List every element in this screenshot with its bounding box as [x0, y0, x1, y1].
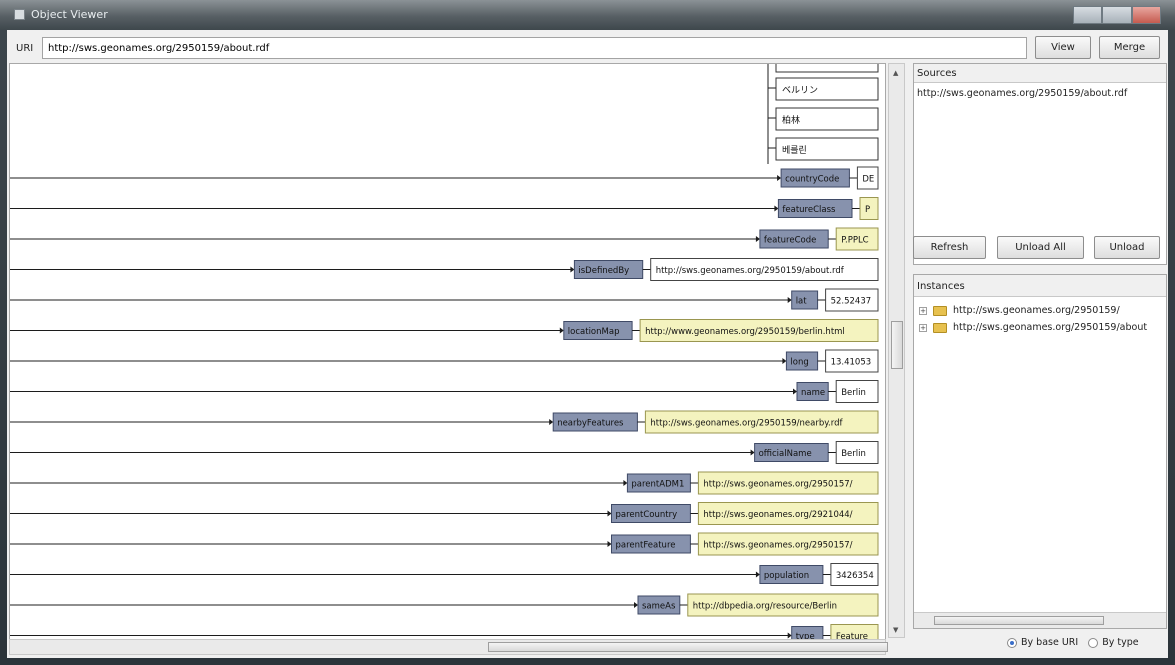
literal-text: 베를린	[782, 145, 807, 156]
uri-input[interactable]	[42, 37, 1027, 59]
instances-panel: Instances + http://sws.geonames.org/2950…	[913, 274, 1167, 629]
client-area: URI View Merge ベルリン柏林 베를린 countryCode DE fea…	[7, 30, 1168, 658]
value-text: http://sws.geonames.org/2950159/about.rd…	[656, 266, 845, 276]
scroll-thumb[interactable]	[891, 321, 903, 369]
arrow-head-icon	[787, 632, 792, 639]
value-text: http://sws.geonames.org/2950157/	[703, 541, 852, 551]
value-text: Berlin	[841, 388, 866, 398]
merge-button[interactable]: Merge	[1099, 36, 1160, 59]
value-text: http://sws.geonames.org/2950159/nearby.r…	[650, 419, 843, 429]
arrow-head-icon	[570, 266, 575, 273]
sources-list: http://sws.geonames.org/2950159/about.rd…	[917, 88, 1127, 99]
property-label: population	[764, 571, 809, 581]
view-button[interactable]: View	[1035, 36, 1091, 59]
value-text: http://sws.geonames.org/2950157/	[703, 480, 852, 490]
literal-text: ベルリン	[782, 86, 818, 96]
radio-selected-icon	[1007, 637, 1017, 648]
instance-label: http://sws.geonames.org/2950159/about	[953, 322, 1148, 333]
arrow-head-icon	[782, 358, 787, 364]
literal-box[interactable]	[775, 64, 879, 73]
view-mode-group: By base URI By type	[1007, 637, 1139, 648]
graph-horizontal-scrollbar[interactable]	[9, 639, 888, 655]
property-label: lat	[796, 297, 808, 307]
uri-label: URI	[16, 43, 34, 54]
literal-text: 柏林	[782, 114, 800, 126]
value-text: http://dbpedia.org/resource/Berlin	[693, 602, 837, 612]
property-label: isDefinedBy	[578, 266, 629, 276]
sources-panel: Sources http://sws.geonames.org/2950159/…	[913, 63, 1167, 265]
value-text: DE	[862, 175, 874, 185]
property-label: long	[790, 358, 808, 368]
arrow-head-icon	[793, 388, 797, 395]
property-label: locationMap	[568, 327, 620, 337]
property-label: featureCode	[764, 236, 816, 246]
folder-icon	[933, 322, 947, 333]
arrow-head-icon	[623, 480, 628, 486]
instances-horizontal-scrollbar[interactable]	[914, 612, 1166, 628]
window-controls	[1073, 6, 1161, 24]
window-title: Object Viewer	[31, 8, 108, 21]
value-text: 13.41053	[831, 358, 872, 368]
value-text: 52.52437	[831, 297, 872, 307]
title-bar[interactable]: Object Viewer	[0, 0, 1175, 30]
radio-label: By base URI	[1021, 637, 1079, 648]
property-label: sameAs	[642, 602, 676, 612]
rdf-graph: ベルリン柏林 베를린 countryCode DE featureClass Pfeatu…	[10, 64, 879, 647]
value-text: P.PPLC	[841, 236, 868, 246]
property-label: name	[801, 388, 825, 398]
arrow-head-icon	[607, 541, 612, 547]
arrow-head-icon	[774, 205, 779, 212]
instance-tree-item[interactable]: + http://sws.geonames.org/2950159/	[919, 305, 1120, 316]
radio-label: By type	[1102, 637, 1139, 648]
value-text: http://www.geonames.org/2950159/berlin.h…	[645, 327, 845, 337]
property-label: featureClass	[782, 205, 836, 215]
property-label: parentADM1	[631, 480, 684, 490]
maximize-button[interactable]	[1102, 6, 1132, 24]
source-item[interactable]: http://sws.geonames.org/2950159/about.rd…	[917, 88, 1127, 99]
arrow-head-icon	[755, 236, 760, 242]
expand-icon[interactable]: +	[919, 306, 927, 315]
instance-tree-item[interactable]: + http://sws.geonames.org/2950159/about	[919, 322, 1147, 333]
scroll-thumb[interactable]	[934, 616, 1104, 625]
graph-canvas[interactable]: ベルリン柏林 베를린 countryCode DE featureClass Pfeatu…	[9, 63, 886, 655]
refresh-button[interactable]: Refresh	[913, 236, 986, 259]
by-base-uri-radio[interactable]: By base URI	[1007, 637, 1078, 648]
arrow-head-icon	[777, 175, 782, 181]
unload-button[interactable]: Unload	[1094, 236, 1160, 259]
property-label: parentCountry	[616, 510, 678, 520]
expand-icon[interactable]: +	[919, 323, 927, 332]
value-text: 3426354	[836, 571, 874, 581]
arrow-head-icon	[755, 571, 760, 578]
arrow-head-icon	[787, 297, 792, 303]
value-text: http://sws.geonames.org/2921044/	[703, 510, 852, 520]
arrow-head-icon	[607, 510, 612, 517]
instance-label: http://sws.geonames.org/2950159/	[953, 305, 1120, 316]
app-window: Object Viewer URI View Merge ベルリン柏林 베를린 co…	[0, 0, 1175, 665]
unload-all-button[interactable]: Unload All	[997, 236, 1084, 259]
radio-unselected-icon	[1088, 637, 1099, 648]
property-label: countryCode	[785, 175, 839, 185]
arrow-head-icon	[750, 449, 755, 456]
property-label: officialName	[759, 449, 812, 459]
arrow-head-icon	[549, 419, 554, 425]
sources-title: Sources	[914, 64, 1166, 83]
property-label: nearbyFeatures	[557, 419, 624, 429]
arrow-head-icon	[559, 327, 564, 334]
value-text: P	[865, 205, 870, 215]
scroll-up-icon[interactable]: ▲	[893, 69, 898, 77]
close-button[interactable]	[1131, 6, 1161, 24]
app-icon	[14, 9, 25, 20]
instances-title: Instances	[914, 275, 1166, 297]
scroll-thumb[interactable]	[488, 642, 888, 652]
by-type-radio[interactable]: By type	[1088, 637, 1139, 648]
property-label: parentFeature	[616, 541, 676, 551]
graph-vertical-scrollbar[interactable]: ▲ ▼	[888, 63, 905, 638]
scroll-down-icon[interactable]: ▼	[893, 626, 898, 634]
folder-icon	[933, 305, 947, 316]
value-text: Berlin	[841, 449, 866, 459]
arrow-head-icon	[634, 602, 638, 608]
minimize-button[interactable]	[1073, 6, 1103, 24]
